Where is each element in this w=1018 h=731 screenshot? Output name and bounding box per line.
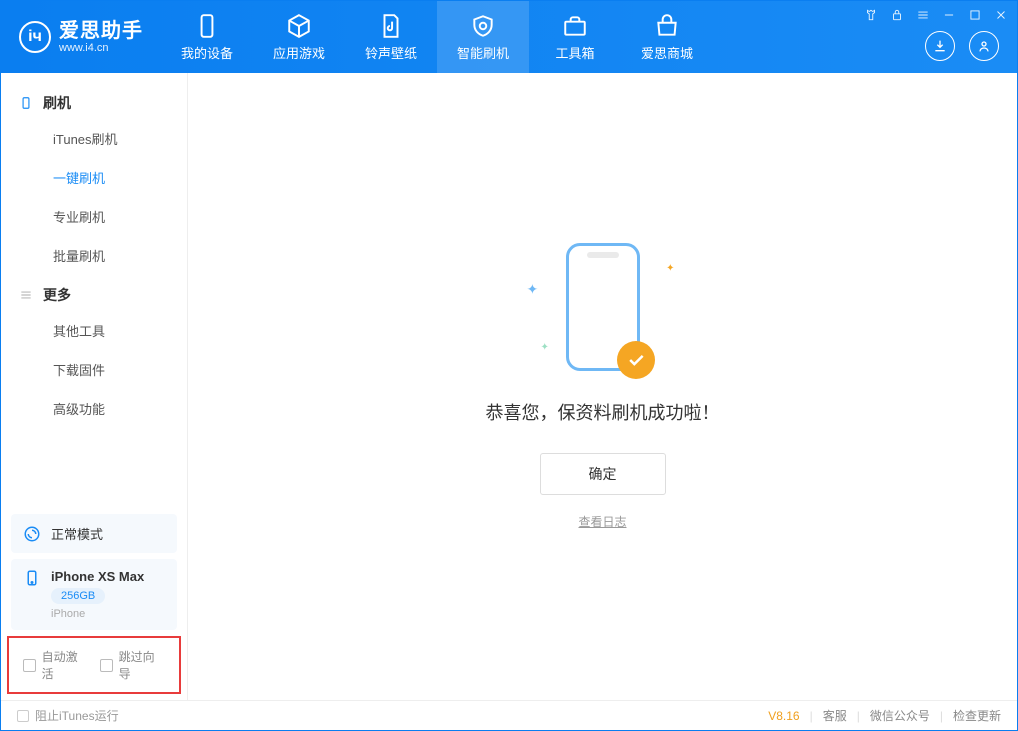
sidebar-group-more: 更多 <box>1 275 187 311</box>
menu-icon[interactable] <box>915 7 931 23</box>
refresh-shield-icon <box>470 13 496 39</box>
tab-my-device[interactable]: 我的设备 <box>161 1 253 73</box>
checkbox-label: 阻止iTunes运行 <box>35 707 119 724</box>
main-tabs: 我的设备 应用游戏 铃声壁纸 智能刷机 工具箱 爱思商城 <box>161 1 713 73</box>
body: 刷机 iTunes刷机 一键刷机 专业刷机 批量刷机 更多 其他工具 下载固件 … <box>1 73 1017 700</box>
version-label: V8.16 <box>768 709 799 723</box>
check-badge-icon <box>617 341 655 379</box>
tab-toolbox[interactable]: 工具箱 <box>529 1 621 73</box>
mode-card[interactable]: 正常模式 <box>11 514 177 553</box>
device-storage: 256GB <box>51 588 105 604</box>
header-actions <box>925 31 999 61</box>
block-itunes-checkbox[interactable]: 阻止iTunes运行 <box>17 707 119 724</box>
tab-store[interactable]: 爱思商城 <box>621 1 713 73</box>
app-logo: iч 爱思助手 www.i4.cn <box>1 20 161 54</box>
music-file-icon <box>378 13 404 39</box>
tab-label: 爱思商城 <box>641 43 693 62</box>
window-controls <box>863 7 1009 23</box>
device-name: iPhone XS Max <box>51 569 144 584</box>
shirt-icon[interactable] <box>863 7 879 23</box>
auto-activate-checkbox[interactable]: 自动激活 <box>23 648 88 682</box>
device-icon <box>23 569 41 587</box>
group-title: 刷机 <box>43 93 71 113</box>
tab-label: 我的设备 <box>181 43 233 62</box>
toolbox-icon <box>562 13 588 39</box>
skip-wizard-checkbox[interactable]: 跳过向导 <box>100 648 165 682</box>
titlebar: iч 爱思助手 www.i4.cn 我的设备 应用游戏 铃声壁纸 智能刷机 <box>1 1 1017 73</box>
store-icon <box>654 13 680 39</box>
mode-label: 正常模式 <box>51 524 103 543</box>
download-button[interactable] <box>925 31 955 61</box>
checkbox-label: 跳过向导 <box>119 648 165 682</box>
logo-icon: iч <box>19 21 51 53</box>
sidebar-item-advanced[interactable]: 高级功能 <box>1 389 187 428</box>
sparkle-icon: ✦ <box>541 342 549 353</box>
statusbar: 阻止iTunes运行 V8.16 | 客服 | 微信公众号 | 检查更新 <box>1 700 1017 730</box>
tab-label: 智能刷机 <box>457 43 509 62</box>
tab-ringtones-wallpapers[interactable]: 铃声壁纸 <box>345 1 437 73</box>
sidebar-item-download-firmware[interactable]: 下载固件 <box>1 350 187 389</box>
view-log-link[interactable]: 查看日志 <box>578 513 626 530</box>
check-update-link[interactable]: 检查更新 <box>953 707 1001 724</box>
sidebar: 刷机 iTunes刷机 一键刷机 专业刷机 批量刷机 更多 其他工具 下载固件 … <box>1 73 188 700</box>
sidebar-item-itunes-flash[interactable]: iTunes刷机 <box>1 119 187 158</box>
app-window: iч 爱思助手 www.i4.cn 我的设备 应用游戏 铃声壁纸 智能刷机 <box>0 0 1018 731</box>
device-card[interactable]: iPhone XS Max 256GB iPhone <box>11 559 177 630</box>
ok-button[interactable]: 确定 <box>540 453 666 495</box>
close-icon[interactable] <box>993 7 1009 23</box>
success-illustration: ✦ ✦ ✦ <box>523 243 683 373</box>
sidebar-group-flash: 刷机 <box>1 83 187 119</box>
success-message: 恭喜您，保资料刷机成功啦！ <box>486 399 720 425</box>
cube-icon <box>286 13 312 39</box>
main-panel: ✦ ✦ ✦ 恭喜您，保资料刷机成功啦！ 确定 查看日志 <box>188 73 1017 700</box>
user-button[interactable] <box>969 31 999 61</box>
app-url: www.i4.cn <box>59 42 143 54</box>
wechat-link[interactable]: 微信公众号 <box>870 707 930 724</box>
sidebar-item-other-tools[interactable]: 其他工具 <box>1 311 187 350</box>
sidebar-item-pro-flash[interactable]: 专业刷机 <box>1 197 187 236</box>
tab-label: 应用游戏 <box>273 43 325 62</box>
maximize-icon[interactable] <box>967 7 983 23</box>
options-row: 自动激活 跳过向导 <box>7 636 181 694</box>
checkbox-label: 自动激活 <box>42 648 88 682</box>
sparkle-icon: ✦ <box>666 263 674 274</box>
device-icon <box>194 13 220 39</box>
lock-icon[interactable] <box>889 7 905 23</box>
sidebar-item-batch-flash[interactable]: 批量刷机 <box>1 236 187 275</box>
support-link[interactable]: 客服 <box>823 707 847 724</box>
sparkle-icon: ✦ <box>527 281 539 298</box>
tab-apps-games[interactable]: 应用游戏 <box>253 1 345 73</box>
mode-icon <box>23 525 41 543</box>
device-type: iPhone <box>51 608 144 620</box>
phone-outline-icon <box>19 96 33 110</box>
sidebar-item-oneclick-flash[interactable]: 一键刷机 <box>1 158 187 197</box>
tab-label: 铃声壁纸 <box>365 43 417 62</box>
minimize-icon[interactable] <box>941 7 957 23</box>
app-title: 爱思助手 <box>59 20 143 42</box>
group-title: 更多 <box>43 285 71 305</box>
list-icon <box>19 288 33 302</box>
tab-label: 工具箱 <box>555 43 594 62</box>
tab-smart-flash[interactable]: 智能刷机 <box>437 1 529 73</box>
